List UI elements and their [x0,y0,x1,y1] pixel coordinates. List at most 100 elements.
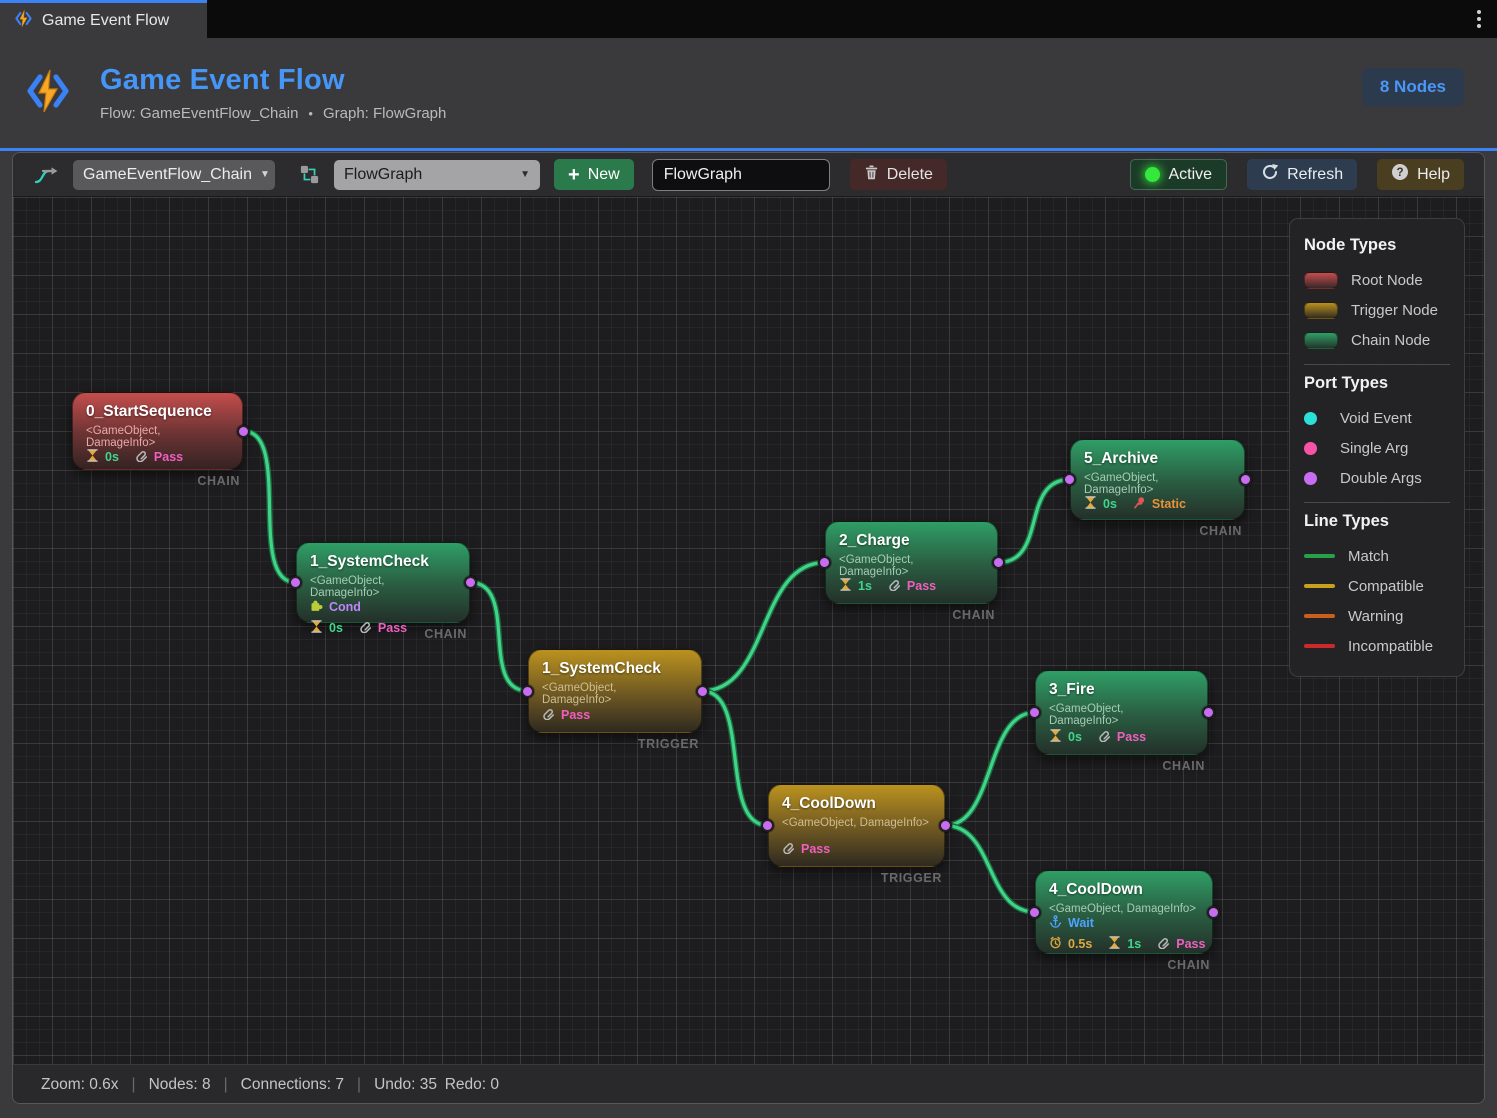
badge-row: Pass [542,707,688,723]
legend-item-chain-node: Chain Node [1304,325,1450,355]
node-body[interactable]: 1_SystemCheck<GameObject, DamageInfo>Pas… [528,649,702,733]
active-status-dot-icon [1145,167,1160,182]
subtitle-separator: • [308,106,313,121]
connections-layer [13,197,1484,1064]
delete-button[interactable]: Delete [850,159,947,190]
paperclip-icon [1098,729,1111,745]
node-body[interactable]: 3_Fire<GameObject, DamageInfo>0sPass [1035,670,1208,755]
graph-canvas[interactable]: Node Types Root NodeTrigger NodeChain No… [13,197,1484,1064]
app-logo-icon [14,9,33,33]
output-port[interactable] [1202,706,1215,719]
graph-name-input[interactable] [652,159,830,191]
badge-label: Pass [1117,730,1146,744]
refresh-icon [1261,163,1279,186]
connection-n1-n2[interactable] [470,583,528,692]
input-port[interactable] [1028,706,1041,719]
badge-label: Pass [154,450,183,464]
node-subtitle: <GameObject, DamageInfo> [1084,472,1231,496]
badge-0s: 0s [86,449,119,465]
connection-n2-n6[interactable] [702,691,768,826]
output-port[interactable] [992,556,1005,569]
node-type-swatch [1304,302,1338,319]
active-button-label: Active [1168,166,1212,184]
refresh-button[interactable]: Refresh [1247,159,1357,190]
node-0_StartSequence[interactable]: 0_StartSequence<GameObject, DamageInfo>0… [72,392,243,470]
node-title: 3_Fire [1049,681,1194,699]
new-button[interactable]: + New [554,159,634,190]
output-port[interactable] [237,425,250,438]
app-logo-icon [24,67,72,120]
output-port[interactable] [1207,906,1220,919]
input-port[interactable] [818,556,831,569]
chevron-down-icon: ▼ [260,169,270,180]
graph-select[interactable]: FlowGraph ▼ [334,160,540,190]
badge-row: 0.5s1sPass [1049,936,1199,952]
pushpin-icon [1133,496,1146,512]
legend-item-label: Root Node [1351,272,1423,289]
node-title: 0_StartSequence [86,403,229,421]
badge-label: 0s [1103,497,1117,511]
connection-n2-n3[interactable] [702,563,825,692]
badge-row: 0s Pass [86,449,229,465]
badge-label: Cond [329,600,361,614]
help-button[interactable]: ? Help [1377,159,1464,190]
node-5_Archive[interactable]: 5_Archive<GameObject, DamageInfo>0sStati… [1070,439,1245,520]
node-1_SystemCheck[interactable]: 1_SystemCheck<GameObject, DamageInfo>Con… [296,542,470,623]
node-4_CoolDown[interactable]: 4_CoolDown<GameObject, DamageInfo>PassTR… [768,784,945,867]
node-title: 4_CoolDown [1049,881,1199,899]
output-port[interactable] [939,819,952,832]
badge-label: 0s [105,450,119,464]
badge-cond: Cond [310,599,361,615]
node-1_SystemCheck[interactable]: 1_SystemCheck<GameObject, DamageInfo>Pas… [528,649,702,733]
active-status-button[interactable]: Active [1130,159,1227,190]
node-body[interactable]: 5_Archive<GameObject, DamageInfo>0sStati… [1070,439,1245,520]
legend-item-void-event: Void Event [1304,403,1450,433]
node-4_CoolDown[interactable]: 4_CoolDown<GameObject, DamageInfo>Wait0.… [1035,870,1213,954]
badge-wait: Wait [1049,915,1094,931]
input-port[interactable] [521,685,534,698]
node-body[interactable]: 1_SystemCheck<GameObject, DamageInfo>Con… [296,542,470,623]
node-2_Charge[interactable]: 2_Charge<GameObject, DamageInfo>1sPassCH… [825,521,998,604]
connection-n0-n1[interactable] [243,431,296,583]
node-title: 1_SystemCheck [310,553,456,571]
node-body[interactable]: 4_CoolDown<GameObject, DamageInfo>Pass [768,784,945,867]
flow-select[interactable]: GameEventFlow_Chain ▼ [73,160,275,190]
badge-row: Cond [310,599,456,615]
badge-row: 1sPass [839,578,984,594]
trash-icon [864,165,879,185]
connection-n3-n4[interactable] [998,480,1070,563]
node-subtitle: <GameObject, DamageInfo> [1049,703,1194,727]
header-accent-divider [0,148,1497,151]
output-port[interactable] [696,685,709,698]
kebab-menu-icon[interactable] [1461,0,1497,38]
node-3_Fire[interactable]: 3_Fire<GameObject, DamageInfo>0sPassCHAI… [1035,670,1208,755]
status-segment-3: Undo: 35 Redo: 0 [374,1076,499,1094]
node-body[interactable]: 2_Charge<GameObject, DamageInfo>1sPass [825,521,998,604]
input-port[interactable] [1028,906,1041,919]
input-port[interactable] [289,576,302,589]
delete-button-label: Delete [887,166,933,184]
input-port[interactable] [761,819,774,832]
connection-n6-n5[interactable] [945,713,1035,826]
input-port[interactable] [1063,473,1076,486]
clock-icon [1049,936,1062,952]
hourglass-icon [1108,936,1121,952]
tab-game-event-flow[interactable]: Game Event Flow [0,0,207,38]
node-body[interactable]: 0_StartSequence<GameObject, DamageInfo>0… [72,392,243,470]
output-port[interactable] [1239,473,1252,486]
badge-label: 0.5s [1068,937,1092,951]
puzzle-icon [310,599,323,615]
badge-label: Pass [1176,937,1205,951]
output-port[interactable] [464,576,477,589]
hourglass-icon [310,620,323,636]
editor-toolbar: GameEventFlow_Chain ▼ FlowGraph ▼ + New … [13,153,1484,197]
legend-item-match: Match [1304,541,1450,571]
badge-label: Pass [561,708,590,722]
legend-item-warning: Warning [1304,601,1450,631]
port-type-swatch [1304,472,1317,485]
badge-row: 0sStatic [1084,496,1231,512]
legend-item-trigger-node: Trigger Node [1304,295,1450,325]
port-type-swatch [1304,442,1317,455]
connection-n6-n7[interactable] [945,826,1035,913]
node-body[interactable]: 4_CoolDown<GameObject, DamageInfo>Wait0.… [1035,870,1213,954]
